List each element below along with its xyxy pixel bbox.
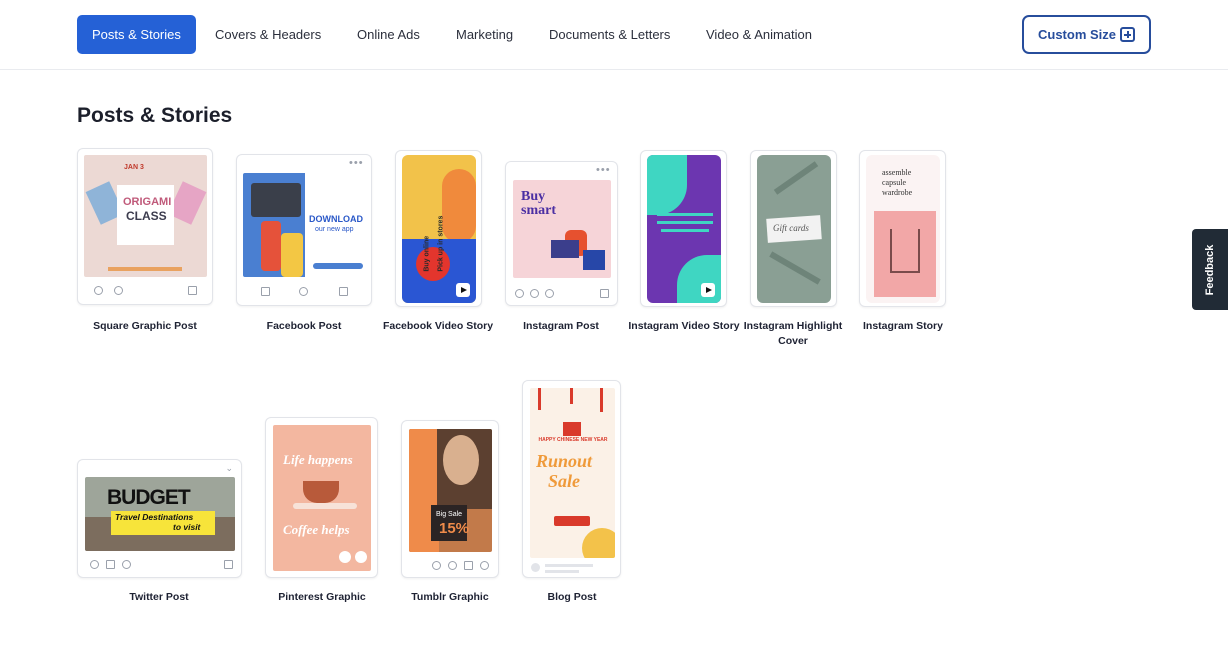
art-line-1: assemble <box>882 168 912 177</box>
art-line-2: Pick up in stores <box>437 215 445 272</box>
art-line-1: Gift cards <box>773 223 809 233</box>
heart-icon <box>122 560 131 569</box>
more-icon: ••• <box>349 157 364 169</box>
tab-marketing[interactable]: Marketing <box>456 15 513 54</box>
send-icon <box>432 561 441 570</box>
art-line-1: JAN 3 <box>124 164 144 171</box>
art-line-2: capsule <box>882 178 906 187</box>
art-line-2: Runout <box>536 451 593 471</box>
template-label: Instagram Post <box>523 320 599 332</box>
placeholder-line <box>545 564 593 567</box>
template-card-tumblr-graphic[interactable]: Big Sale 15% <box>401 420 499 578</box>
custom-size-button[interactable]: Custom Size <box>1022 15 1151 54</box>
heart-icon <box>480 561 489 570</box>
art-line-2: smart <box>521 203 556 218</box>
template-thumbnail: Gift cards <box>757 155 831 303</box>
feedback-label: Feedback <box>1204 244 1216 295</box>
more-icon: ••• <box>596 164 611 176</box>
template-label: Blog Post <box>547 591 597 603</box>
template-label: Instagram Highlight Cover <box>743 320 843 347</box>
heart-icon <box>94 286 103 295</box>
template-thumbnail <box>647 155 721 303</box>
template-label: Facebook Post <box>266 320 342 332</box>
comment-icon <box>448 561 457 570</box>
art-line-3: to visit <box>173 522 201 532</box>
art-line-1: Big Sale <box>436 511 463 518</box>
share-icon <box>224 560 233 569</box>
template-thumbnail: Buy online Pick up in stores <box>402 155 476 303</box>
template-label: Pinterest Graphic <box>278 591 366 603</box>
art-line-1: DOWNLOAD <box>309 214 363 224</box>
template-label: Instagram Story <box>863 320 943 332</box>
art-line-1: BUDGET <box>107 486 191 509</box>
template-card-facebook-post[interactable]: ••• DOWNLOAD our new app <box>236 154 372 306</box>
comment-icon <box>114 286 123 295</box>
chevron-down-icon: ⌄ <box>225 463 233 473</box>
template-thumbnail: BUDGET Travel Destinations to visit <box>85 477 235 551</box>
section-title: Posts & Stories <box>77 104 233 127</box>
avatar <box>531 563 540 572</box>
comment-icon <box>90 560 99 569</box>
reblog-icon <box>464 561 473 570</box>
template-label: Facebook Video Story <box>382 320 494 332</box>
art-line-2: 15% <box>439 520 470 537</box>
template-card-instagram-post[interactable]: ••• Buy smart <box>505 161 618 306</box>
play-icon <box>456 283 470 297</box>
art-line-2: Coffee helps <box>283 522 350 537</box>
bookmark-icon <box>600 289 609 298</box>
art-line-3: CLASS <box>126 209 167 223</box>
comment-icon <box>299 287 308 296</box>
template-label: Twitter Post <box>129 591 189 603</box>
heart-icon <box>515 289 524 298</box>
art-line-3: Sale <box>548 471 581 491</box>
template-card-pinterest-graphic[interactable]: Life happens Coffee helps <box>265 417 378 578</box>
feedback-button[interactable]: Feedback <box>1192 229 1228 310</box>
template-card-blog-post[interactable]: HAPPY CHINESE NEW YEAR Runout Sale <box>522 380 621 578</box>
tab-video-animation[interactable]: Video & Animation <box>706 15 812 54</box>
template-thumbnail: DOWNLOAD our new app <box>243 173 366 277</box>
tab-posts-stories[interactable]: Posts & Stories <box>77 15 196 54</box>
template-thumbnail: Life happens Coffee helps <box>273 425 371 571</box>
template-thumbnail: assemble capsule wardrobe <box>866 155 940 303</box>
art-line-1: Life happens <box>283 452 353 467</box>
play-icon <box>701 283 715 297</box>
template-label: Instagram Video Story <box>628 320 740 332</box>
template-thumbnail: HAPPY CHINESE NEW YEAR Runout Sale <box>530 388 615 558</box>
art-line-2: Travel Destinations <box>115 512 194 522</box>
share-icon <box>188 286 197 295</box>
template-label: Tumblr Graphic <box>411 591 489 603</box>
like-icon <box>261 287 270 296</box>
art-line-1: HAPPY CHINESE NEW YEAR <box>538 437 608 443</box>
template-thumbnail: Buy smart <box>513 180 611 278</box>
art-line-1: Buy online <box>423 235 431 272</box>
plus-square-icon <box>1120 27 1135 42</box>
share-icon <box>339 287 348 296</box>
template-card-instagram-highlight-cover[interactable]: Gift cards <box>750 150 837 307</box>
template-thumbnail: Big Sale 15% <box>409 429 492 552</box>
template-label: Square Graphic Post <box>93 320 197 332</box>
template-thumbnail: JAN 3 ORIGAMI CLASS <box>84 155 207 277</box>
template-card-instagram-video-story[interactable] <box>640 150 727 307</box>
top-nav: Posts & Stories Covers & Headers Online … <box>0 0 1228 70</box>
custom-size-label: Custom Size <box>1038 27 1117 42</box>
art-line-2: our new app <box>315 226 354 233</box>
tab-documents-letters[interactable]: Documents & Letters <box>549 15 670 54</box>
comment-icon <box>530 289 539 298</box>
template-card-twitter-post[interactable]: ⌄ BUDGET Travel Destinations to visit <box>77 459 242 578</box>
send-icon <box>545 289 554 298</box>
template-card-facebook-video-story[interactable]: Buy online Pick up in stores <box>395 150 482 307</box>
art-line-3: wardrobe <box>882 188 913 197</box>
template-card-square-graphic-post[interactable]: JAN 3 ORIGAMI CLASS <box>77 148 213 305</box>
placeholder-line <box>545 570 579 573</box>
tab-covers-headers[interactable]: Covers & Headers <box>215 15 321 54</box>
art-line-2: ORIGAMI <box>123 196 172 208</box>
template-card-instagram-story[interactable]: assemble capsule wardrobe <box>859 150 946 307</box>
retweet-icon <box>106 560 115 569</box>
tab-online-ads[interactable]: Online Ads <box>357 15 420 54</box>
